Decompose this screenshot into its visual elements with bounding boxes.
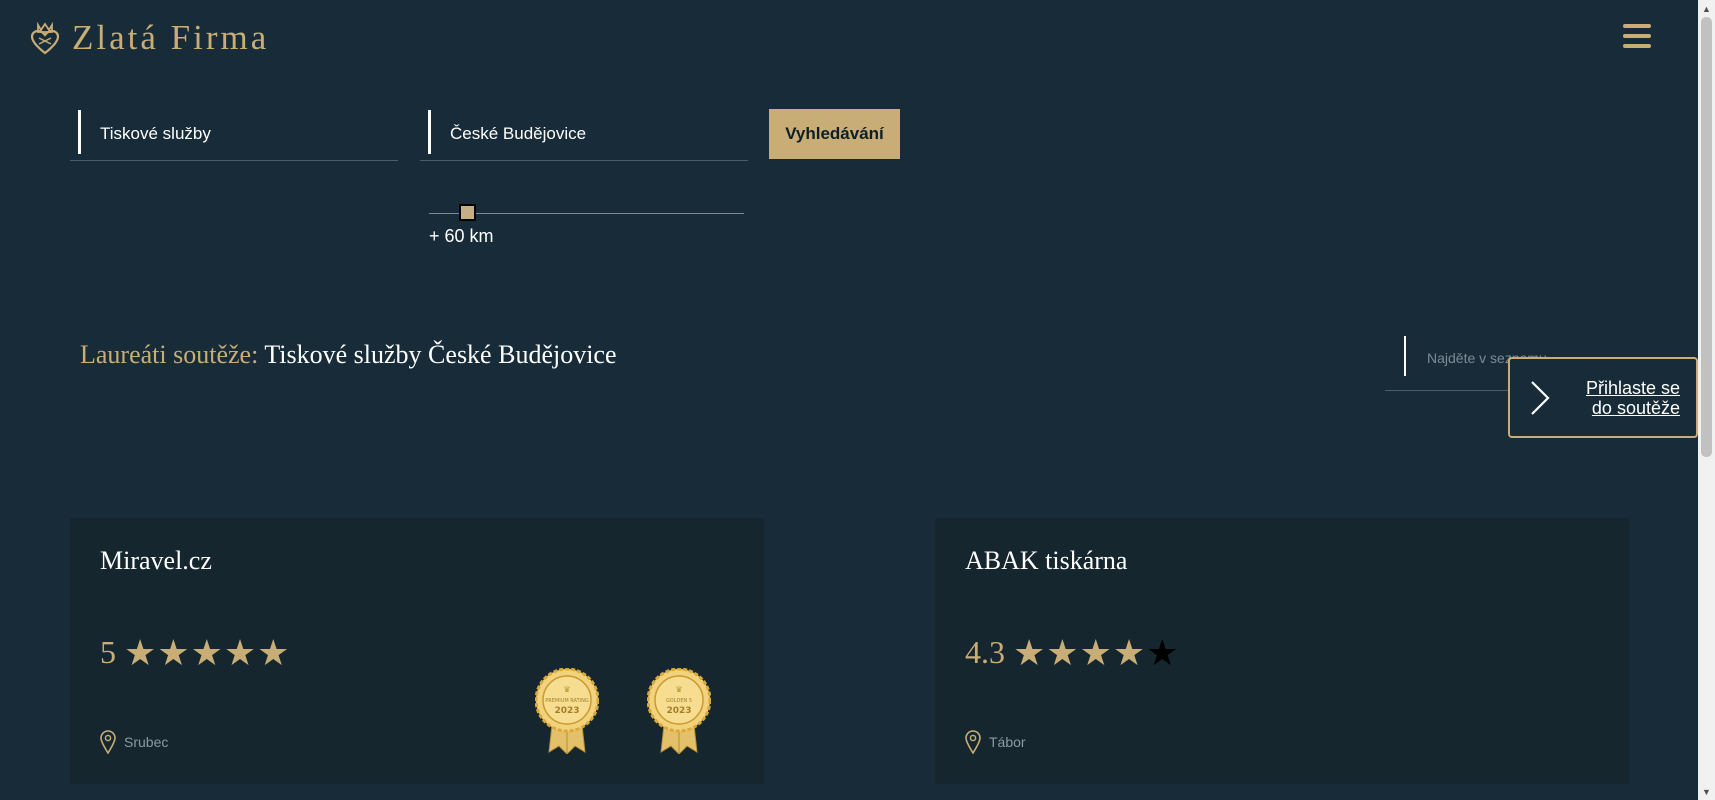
menu-icon[interactable] (1623, 24, 1651, 50)
heart-crown-icon (30, 21, 60, 55)
section-query: Tiskové služby České Budějovice (264, 340, 617, 369)
svg-text:♛: ♛ (563, 685, 570, 694)
star-icon: ★ (190, 631, 223, 673)
category-field[interactable]: Tiskové služby (70, 110, 398, 161)
join-contest-button[interactable]: Přihlaste se do soutěže (1508, 357, 1698, 438)
section-title: Laureáti soutěže: Tiskové služby České B… (80, 340, 617, 370)
search-button[interactable]: Vyhledávání (769, 109, 900, 159)
join-contest-label: Přihlaste se do soutěže (1585, 377, 1680, 418)
map-pin-icon (965, 730, 981, 754)
logo-text: Zlatá Firma (72, 18, 270, 57)
star-icon: ★ (1013, 631, 1046, 673)
company-name[interactable]: ABAK tiskárna (965, 546, 1127, 576)
rating-score: 5 (100, 634, 116, 670)
svg-text:2023: 2023 (554, 706, 579, 716)
star-icon: ★ (1112, 631, 1146, 673)
star-icon: ★ (1046, 631, 1079, 673)
company-location: Srubec (100, 730, 168, 754)
star-icon: ★ (257, 631, 290, 673)
scrollbar[interactable]: ▲ ▼ (1698, 0, 1715, 800)
company-card[interactable]: Miravel.cz 5 ★ ★ ★ ★ ★ ♛ PREMIUM RATING … (70, 518, 764, 784)
map-pin-icon (100, 730, 116, 754)
logo[interactable]: Zlatá Firma (30, 18, 269, 58)
svg-text:GOLDEN 5: GOLDEN 5 (666, 698, 692, 704)
city: Tábor (989, 734, 1026, 750)
award-badge-icon: ♛ GOLDEN 5 2023 (647, 668, 711, 754)
location-value: České Budějovice (450, 124, 587, 143)
star-icon: ★ (1079, 631, 1112, 673)
company-name[interactable]: Miravel.cz (100, 546, 212, 576)
category-value: Tiskové služby (100, 124, 211, 143)
award-badge-icon: ♛ PREMIUM RATING 2023 (535, 668, 599, 754)
star-icon: ★ (223, 631, 257, 673)
rating-score: 4.3 (965, 634, 1005, 670)
radius-slider[interactable] (429, 203, 744, 223)
award-badges: ♛ PREMIUM RATING 2023 ♛ GOLDEN 5 2023 (535, 668, 711, 754)
star-icon: ★ (124, 631, 157, 673)
section-label: Laureáti soutěže: (80, 340, 259, 369)
company-card[interactable]: ABAK tiskárna 4.3 ★ ★ ★ ★ ★ Tábor (935, 518, 1629, 784)
company-location: Tábor (965, 730, 1026, 754)
svg-text:♛: ♛ (675, 685, 682, 694)
slider-handle[interactable] (459, 204, 476, 221)
rating: 4.3 ★ ★ ★ ★ ★ (965, 634, 1179, 671)
scroll-up-icon[interactable]: ▲ (1698, 0, 1715, 17)
chevron-right-icon (1531, 380, 1550, 415)
star-icon: ★ (157, 631, 190, 673)
scroll-down-icon[interactable]: ▼ (1698, 783, 1715, 800)
svg-text:2023: 2023 (666, 706, 691, 716)
slider-track (429, 213, 744, 214)
city: Srubec (124, 734, 169, 750)
svg-text:PREMIUM RATING: PREMIUM RATING (545, 698, 589, 704)
scrollbar-thumb[interactable] (1701, 17, 1712, 457)
location-field[interactable]: České Budějovice (420, 110, 748, 161)
star-empty-icon: ★ (1146, 631, 1179, 673)
radius-label: + 60 km (429, 226, 494, 246)
rating: 5 ★ ★ ★ ★ ★ (100, 634, 290, 671)
